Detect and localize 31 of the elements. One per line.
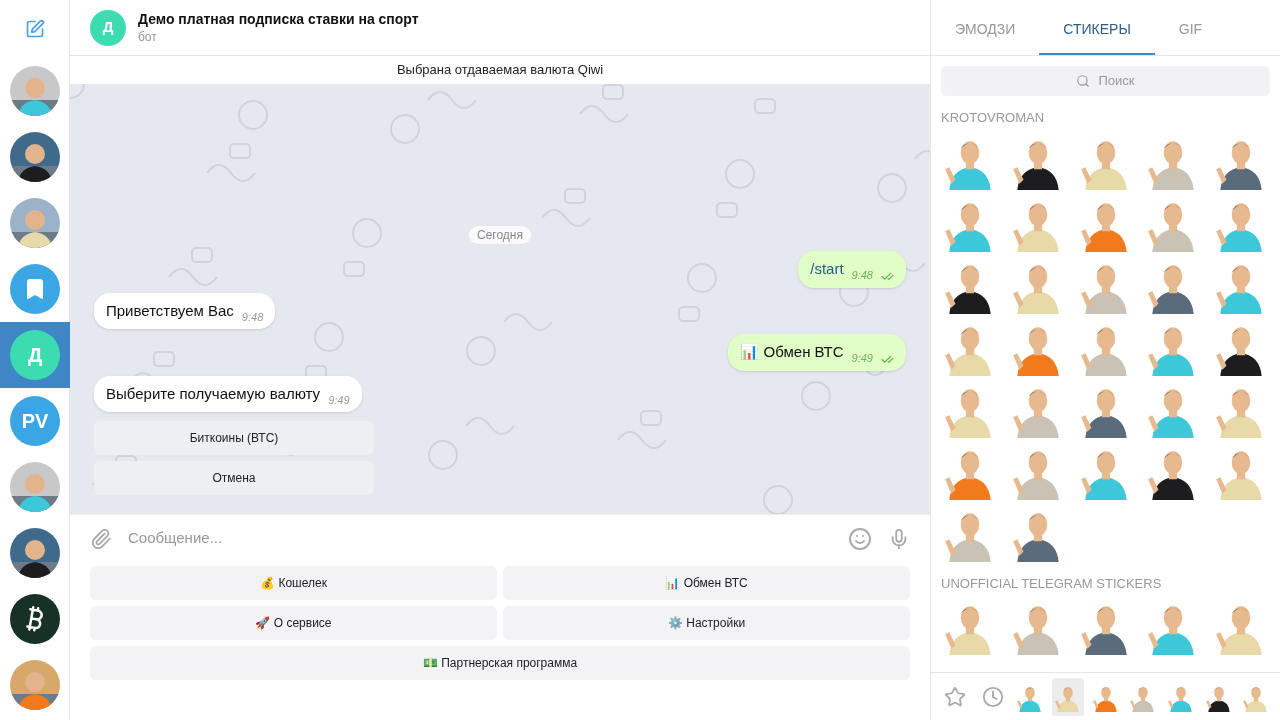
message-time: 9:48 bbox=[851, 268, 873, 283]
message-text: Приветствуем Вас bbox=[106, 300, 234, 321]
sticker-set-title: KROTOVROMAN bbox=[941, 109, 1046, 127]
favorites-icon bbox=[943, 685, 966, 708]
chat-subtitle: бот bbox=[138, 28, 158, 46]
chat-avatar[interactable] bbox=[10, 594, 60, 644]
message-input[interactable]: Сообщение... bbox=[128, 527, 832, 550]
message-text: 📊 Обмен ВТС bbox=[740, 342, 844, 362]
attach-icon[interactable] bbox=[90, 527, 112, 550]
saved-messages-avatar[interactable] bbox=[10, 264, 60, 314]
chat-avatar: Д bbox=[90, 9, 126, 46]
chat-title: Демо платная подписка ставки на спорт bbox=[138, 9, 419, 28]
recent-icon bbox=[981, 685, 1004, 708]
keyboard-button[interactable]: 📊 Обмен ВТС bbox=[503, 566, 910, 600]
sticker-set-title: UNOFFICIAL TELEGRAM STICKERS bbox=[941, 574, 1163, 593]
message-text: Выберите получаемую валюту bbox=[106, 383, 321, 404]
keyboard-button[interactable]: 💵 Партнерская программа bbox=[90, 646, 910, 680]
message-time: 9:49 bbox=[328, 392, 350, 408]
inline-keyboard-button[interactable]: Отмена bbox=[94, 461, 374, 495]
message-time: 9:48 bbox=[241, 309, 264, 325]
compose-icon bbox=[24, 19, 45, 39]
message-time: 9:49 bbox=[851, 351, 873, 366]
search-icon bbox=[1076, 74, 1091, 88]
keyboard-button[interactable]: 🚀 О сервисе bbox=[90, 606, 497, 640]
date-label: Сегодня bbox=[469, 226, 531, 244]
message-text: /start bbox=[810, 259, 844, 279]
panel-tab[interactable]: СТИКЕРЫ bbox=[1039, 5, 1155, 55]
search-placeholder: Поиск bbox=[1098, 72, 1135, 91]
inline-keyboard-button[interactable]: Биткоины (ВТС) bbox=[94, 421, 374, 455]
keyboard-button[interactable]: ⚙ Настройки bbox=[503, 606, 910, 640]
keyboard-button[interactable]: 💰 Кошелек bbox=[90, 566, 497, 600]
